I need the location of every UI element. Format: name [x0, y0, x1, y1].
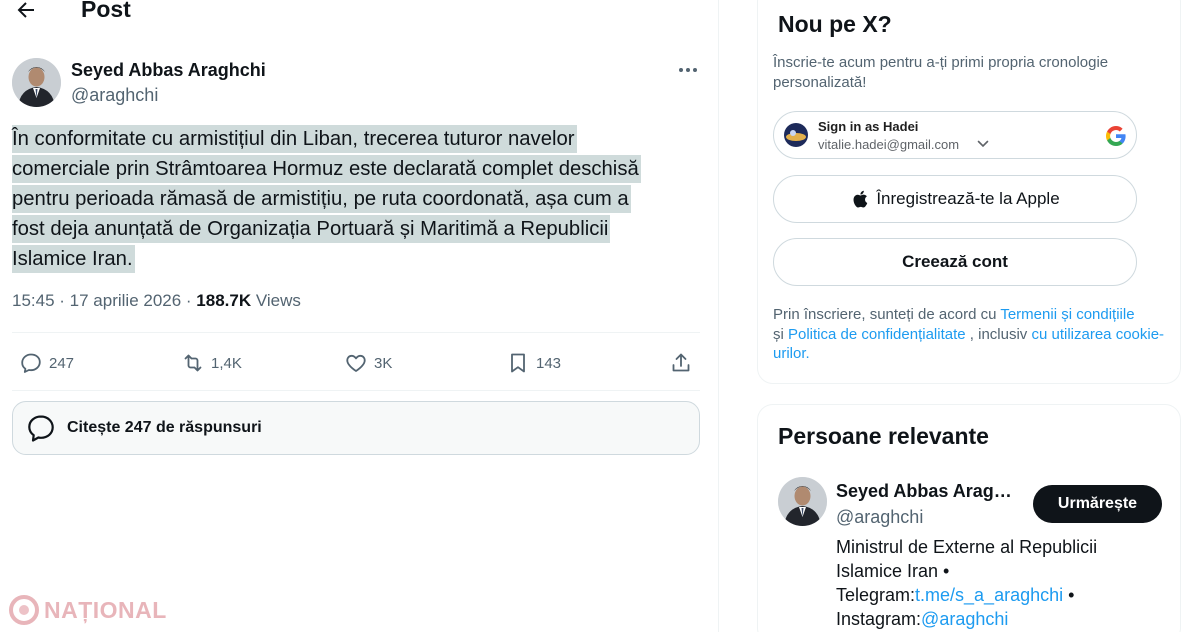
bio-telegram-label: Telegram: [836, 585, 916, 605]
tweet-text-line: comerciale prin Strâmtoarea Hormuz este … [12, 155, 641, 183]
relevant-handle[interactable]: @araghchi [836, 507, 923, 528]
relevant-title: Persoane relevante [778, 423, 989, 449]
repost-button[interactable]: 1,4K [181, 350, 242, 376]
reply-count: 247 [49, 354, 75, 372]
tweet-time[interactable]: 15:45 [12, 291, 55, 310]
tweet-date[interactable]: 17 aprilie 2026 [70, 291, 182, 310]
like-count: 3K [374, 354, 393, 372]
bio-line: Islamice Iran • [836, 561, 950, 581]
apple-icon [853, 190, 868, 208]
bookmark-button[interactable]: 143 [506, 350, 561, 376]
author-handle[interactable]: @araghchi [71, 85, 158, 106]
terms-and: și [773, 325, 788, 343]
google-signin-button[interactable]: Sign in as Hadei vitalie.hadei@gmail.com [773, 111, 1137, 159]
tweet-text-line: În conformitate cu armistițiul din Liban… [12, 125, 577, 153]
tweet-text-line: pentru perioada rămasă de armistițiu, pe… [12, 185, 631, 213]
bio-instagram-label: Instagram: [836, 609, 922, 629]
read-replies-label: Citește 247 de răspunsuri [67, 419, 262, 436]
reply-button[interactable]: 247 [19, 350, 74, 376]
page-title: Post [81, 0, 131, 22]
signup-title: Nou pe X? [778, 11, 892, 37]
relevant-avatar[interactable] [778, 477, 827, 526]
google-account-avatar [784, 123, 808, 147]
share-icon [672, 353, 690, 372]
post-column: Post Seyed Abbas Araghchi @araghchi În c… [0, 0, 719, 632]
bio-line: Ministrul de Externe al Republicii [836, 537, 1098, 557]
reply-icon [21, 353, 41, 373]
bookmark-icon [511, 353, 525, 373]
views-count: 188.7K [196, 291, 252, 310]
chevron-down-icon [977, 140, 989, 148]
terms-mid: , inclusiv [965, 325, 1032, 343]
instagram-link[interactable]: @araghchi [921, 609, 1008, 629]
tweet-text-line: fost deja anunțată de Organizația Portua… [12, 215, 611, 243]
like-button[interactable]: 3K [344, 350, 392, 376]
telegram-link[interactable]: t.me/s_a_araghchi [915, 585, 1063, 605]
signup-card: Nou pe X? Înscrie-te acum pentru a-ți pr… [757, 0, 1181, 384]
watermark-text: NAȚIONAL [44, 596, 167, 623]
watermark-mark-icon [9, 595, 39, 625]
apple-signup-label: Înregistrează-te la Apple [876, 189, 1060, 208]
relevant-bio: Ministrul de Externe al Republicii Islam… [836, 535, 1166, 631]
relevant-name[interactable]: Seyed Abbas Arag… [836, 481, 1012, 502]
tweet-meta: 15:45 · 17 aprilie 2026 · 188.7K Views [12, 291, 301, 310]
relevant-people-card: Persoane relevante Seyed Abbas Arag… @ar… [757, 404, 1181, 632]
watermark-logo: NAȚIONAL [8, 594, 167, 626]
share-button[interactable] [669, 350, 699, 376]
apple-signup-button[interactable]: Înregistrează-te la Apple [773, 175, 1137, 223]
google-icon [1106, 126, 1126, 146]
tweet-text: În conformitate cu armistițiul din Liban… [12, 124, 702, 274]
tweet-text-line: Islamice Iran. [12, 245, 135, 273]
post-header: Post [0, 0, 719, 26]
like-icon [346, 354, 366, 372]
create-account-label: Creează cont [902, 252, 1008, 271]
bookmark-count: 143 [536, 354, 562, 372]
read-replies-button[interactable]: Citește 247 de răspunsuri [12, 401, 700, 455]
repost-count: 1,4K [211, 354, 242, 372]
more-icon[interactable] [676, 60, 700, 80]
google-email: vitalie.hadei@gmail.com [818, 137, 960, 152]
terms-prefix: Prin înscriere, sunteți de acord cu [773, 306, 1001, 323]
repost-icon [184, 354, 202, 372]
back-arrow-icon[interactable] [14, 0, 38, 22]
signup-description: Înscrie-te acum pentru a-ți primi propri… [773, 54, 1109, 91]
divider [12, 332, 700, 333]
author-name[interactable]: Seyed Abbas Araghchi [71, 60, 266, 81]
create-account-button[interactable]: Creează cont [773, 238, 1137, 286]
terms-link[interactable]: Termenii și condițiile [1000, 306, 1134, 323]
follow-button[interactable]: Urmărește [1033, 485, 1162, 523]
bio-telegram-suffix: • [1063, 585, 1075, 605]
google-signin-label: Sign in as Hadei [818, 119, 919, 134]
chat-bubble-icon [28, 415, 54, 442]
views-label: Views [255, 291, 301, 310]
privacy-link[interactable]: Politica de confidențialitate [788, 326, 966, 343]
author-avatar[interactable] [12, 58, 61, 107]
divider [12, 390, 700, 391]
terms-text: Prin înscriere, sunteți de acord cu Term… [773, 305, 1173, 364]
